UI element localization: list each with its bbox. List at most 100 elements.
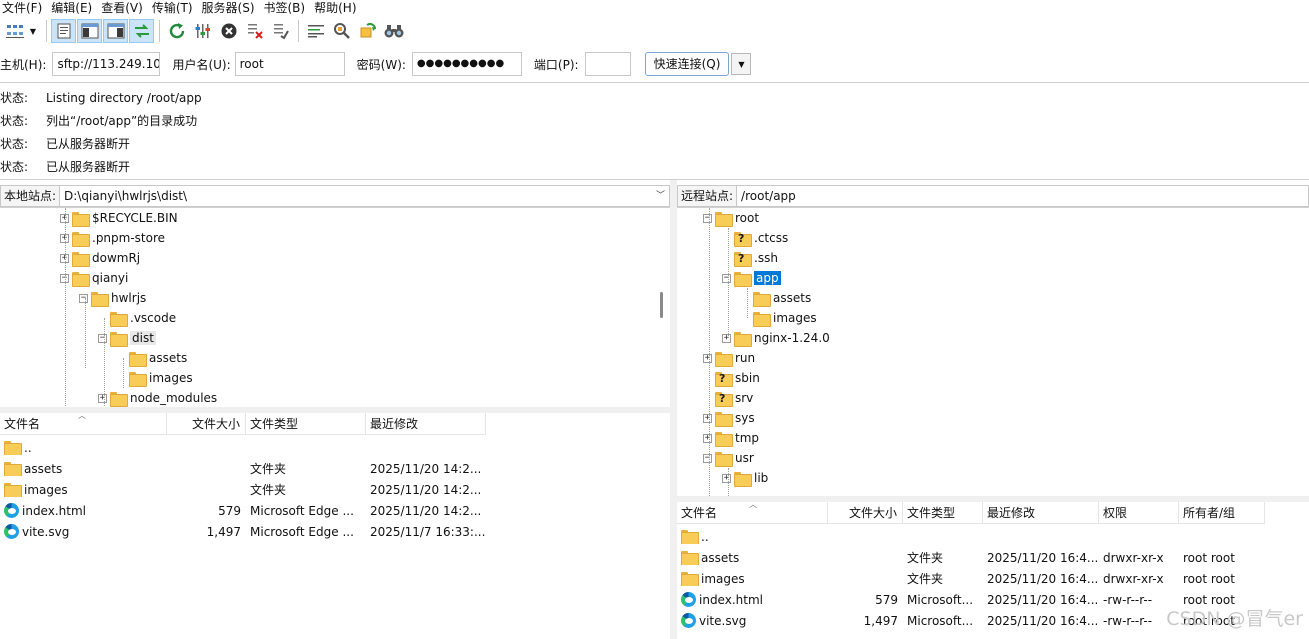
toolbar-separator	[159, 20, 160, 42]
tree-item[interactable]: + node_modules	[98, 388, 217, 408]
folder-icon	[715, 411, 733, 427]
tree-item[interactable]: + tmp	[703, 428, 759, 448]
disconnect-icon[interactable]	[242, 19, 267, 43]
table-row[interactable]: assets 文件夹 2025/11/20 14:2...	[0, 458, 486, 479]
process-queue-icon[interactable]	[190, 19, 215, 43]
sync-browse-icon[interactable]	[355, 19, 380, 43]
tree-item[interactable]: − app	[722, 268, 781, 288]
col-owner[interactable]: 所有者/组	[1179, 502, 1265, 524]
question-mark-icon: ?	[738, 231, 745, 245]
collapse-icon[interactable]: −	[703, 213, 712, 223]
host-input[interactable]: sftp://113.249.107	[52, 52, 161, 76]
expand-icon[interactable]: +	[703, 413, 712, 423]
col-filesize[interactable]: 文件大小	[828, 502, 903, 524]
local-file-list[interactable]: 文件名 文件大小 文件类型 最近修改 ︿ .. assets 文件夹 2025/11/…	[0, 413, 670, 639]
folder-icon	[91, 291, 109, 307]
tree-item[interactable]: + .pnpm-store	[60, 228, 165, 248]
vertical-splitter[interactable]	[670, 180, 677, 639]
site-manager-icon[interactable]	[2, 19, 27, 43]
local-path-combobox[interactable]: D:\qianyi\hwlrjs\dist\ ﹀	[60, 184, 670, 207]
expand-icon	[722, 234, 731, 243]
cell-type: 文件夹	[907, 572, 944, 586]
tree-item[interactable]: − root	[703, 208, 759, 228]
tree-item[interactable]: + sys	[703, 408, 755, 428]
table-row[interactable]: ..	[677, 526, 1265, 547]
menu-file[interactable]: 文件(F)	[0, 0, 49, 16]
tree-item[interactable]: + nginx-1.24.0	[722, 328, 830, 348]
table-row[interactable]: assets 文件夹 2025/11/20 16:4... drwxr-xr-x roo…	[677, 547, 1265, 568]
col-filesize[interactable]: 文件大小	[167, 413, 246, 435]
tree-item[interactable]: + dowmRj	[60, 248, 140, 268]
tree-item[interactable]: ? .ssh	[722, 248, 778, 268]
table-row[interactable]: ..	[0, 437, 486, 458]
toggle-local-tree-icon[interactable]	[77, 19, 102, 43]
local-directory-tree[interactable]: + $RECYCLE.BIN + .pnpm-store + dowmRj − qianyi −…	[0, 208, 670, 408]
tree-item[interactable]: ? srv	[703, 388, 753, 408]
expand-icon[interactable]: +	[722, 333, 731, 343]
expand-icon[interactable]: +	[98, 393, 107, 403]
table-row[interactable]: index.html 579 Microsoft Edge ... 2025/11/2…	[0, 500, 486, 521]
quickconnect-dropdown-icon[interactable]: ▼	[731, 53, 752, 75]
tree-item[interactable]: − hwlrjs	[79, 288, 146, 308]
file-name: assets	[24, 461, 63, 476]
tree-item[interactable]: images	[117, 368, 193, 388]
tree-item[interactable]: + $RECYCLE.BIN	[60, 208, 178, 228]
menu-transfer[interactable]: 传输(T)	[150, 0, 200, 16]
password-input[interactable]: ●●●●●●●●●●	[411, 52, 522, 76]
collapse-icon[interactable]: −	[79, 293, 88, 303]
col-filetype[interactable]: 文件类型	[246, 413, 366, 435]
tree-item-label: root	[735, 211, 760, 225]
refresh-icon[interactable]	[164, 19, 189, 43]
tree-item[interactable]: assets	[741, 288, 811, 308]
tree-item[interactable]: ? .ctcss	[722, 228, 788, 248]
site-manager-dropdown-icon[interactable]: ▼	[28, 19, 38, 43]
collapse-icon[interactable]: −	[98, 333, 107, 343]
table-row[interactable]: images 文件夹 2025/11/20 16:4... drwxr-xr-x roo…	[677, 568, 1265, 589]
table-row[interactable]: vite.svg 1,497 Microsoft Edge ... 2025/11/7…	[0, 521, 486, 542]
chevron-down-icon[interactable]: ﹀	[656, 186, 665, 206]
remote-directory-tree[interactable]: − root ? .ctcss? .ssh − app assets images + nginx-…	[677, 208, 1309, 496]
quickconnect-bar: 主机(H): sftp://113.249.107 用户名(U): root 密…	[0, 50, 1309, 78]
log-row: 状态: 列出“/root/app”的目录成功	[0, 109, 1309, 132]
col-filetype[interactable]: 文件类型	[903, 502, 983, 524]
tree-item[interactable]: .vscode	[98, 308, 176, 328]
col-modified[interactable]: 最近修改	[983, 502, 1099, 524]
cancel-icon[interactable]	[216, 19, 241, 43]
tree-item[interactable]: assets	[117, 348, 187, 368]
tree-guide-line	[747, 288, 748, 318]
port-input[interactable]	[584, 52, 631, 76]
local-tree-scrollbar[interactable]	[660, 292, 663, 318]
search-icon[interactable]	[381, 19, 406, 43]
expand-icon[interactable]: +	[703, 433, 712, 443]
toggle-log-icon[interactable]	[51, 19, 76, 43]
menu-edit[interactable]: 编辑(E)	[49, 0, 99, 16]
menu-help[interactable]: 帮助(H)	[312, 0, 363, 16]
tree-item[interactable]: + run	[703, 348, 755, 368]
tree-item[interactable]: images	[741, 308, 817, 328]
tree-item[interactable]: − dist	[98, 328, 156, 348]
quickconnect-button[interactable]: 快速连接(Q)	[644, 52, 730, 76]
log-text: Listing directory /root/app	[46, 90, 202, 105]
menu-view[interactable]: 查看(V)	[99, 0, 150, 16]
tree-item[interactable]: ? sbin	[703, 368, 760, 388]
collapse-icon[interactable]: −	[703, 453, 712, 463]
expand-icon[interactable]: +	[722, 473, 731, 483]
toggle-remote-tree-icon[interactable]	[103, 19, 128, 43]
remote-path-input[interactable]: /root/app	[737, 184, 1309, 207]
compare-icon[interactable]	[329, 19, 354, 43]
col-permissions[interactable]: 权限	[1099, 502, 1179, 524]
tree-guide-line	[728, 228, 729, 338]
filter-icon[interactable]	[303, 19, 328, 43]
table-row[interactable]: images 文件夹 2025/11/20 14:2...	[0, 479, 486, 500]
menu-server[interactable]: 服务器(S)	[200, 0, 262, 16]
reconnect-icon[interactable]	[268, 19, 293, 43]
collapse-icon[interactable]: −	[722, 273, 731, 283]
menu-bookmarks[interactable]: 书签(B)	[262, 0, 313, 16]
username-input[interactable]: root	[234, 52, 345, 76]
toggle-queue-icon[interactable]	[129, 19, 154, 43]
unknown-folder-icon: ?	[734, 251, 752, 267]
tree-item[interactable]: − usr	[703, 448, 754, 468]
col-modified[interactable]: 最近修改	[366, 413, 486, 435]
tree-item[interactable]: − qianyi	[60, 268, 128, 288]
expand-icon[interactable]: +	[703, 353, 712, 363]
